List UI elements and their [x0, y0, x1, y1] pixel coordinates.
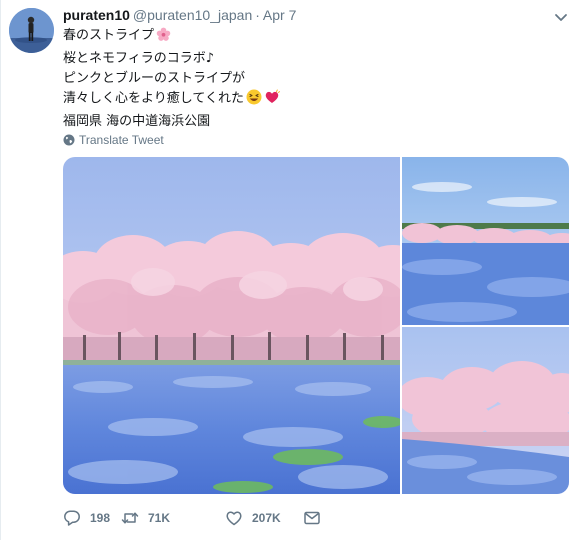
tweet-actions: 198 71K 207K — [63, 508, 363, 528]
tweet-text: 春のストライプ 桜とネモフィラのコラボ♪ ピンクとブルーのストライプが 清々しく… — [63, 26, 533, 132]
retweet-icon — [121, 512, 139, 524]
photo-cherry-blossom-hillside[interactable] — [402, 327, 569, 494]
tweet-text-line-3: ピンクとブルーのストライプが — [63, 71, 246, 86]
reply-button[interactable]: 198 — [63, 508, 110, 528]
grinning-face-icon — [246, 89, 262, 112]
heart-emoji-icon — [264, 89, 281, 112]
tweet-text-line: 春のストライプ — [63, 26, 533, 49]
media-grid — [63, 157, 569, 494]
like-button[interactable]: 207K — [225, 508, 281, 528]
tweet-header: puraten10 @puraten10_japan · Apr 7 — [63, 6, 562, 24]
tweet-text-line-5: 福岡県 海の中道海浜公園 — [63, 114, 211, 129]
tweet-date[interactable]: Apr 7 — [263, 7, 296, 23]
translate-label: Translate Tweet — [79, 133, 164, 147]
tweet-text-line-2: 桜とネモフィラのコラボ♪ — [63, 51, 215, 66]
photo-cherry-trees-over-blue-field[interactable] — [402, 157, 569, 325]
direct-message-button[interactable] — [303, 508, 321, 528]
photo-cherry-blossom-nemophila-field[interactable] — [63, 157, 400, 494]
tweet-text-line: 清々しく心をより癒してくれた — [63, 89, 533, 112]
tweet-text-line-4: 清々しく心をより癒してくれた — [63, 91, 244, 106]
reply-icon — [64, 510, 80, 526]
display-name[interactable]: puraten10 — [63, 7, 130, 23]
retweet-button[interactable]: 71K — [121, 508, 170, 528]
user-handle[interactable]: @puraten10_japan — [133, 7, 252, 23]
separator: · — [255, 7, 260, 23]
globe-icon — [63, 134, 75, 146]
heart-icon — [226, 511, 242, 526]
avatar[interactable] — [9, 8, 54, 53]
like-count: 207K — [252, 511, 281, 525]
chevron-down-icon[interactable] — [554, 10, 568, 21]
tweet-card[interactable]: puraten10 @puraten10_japan · Apr 7 春のストライプ — [0, 0, 582, 540]
translate-tweet-link[interactable]: Translate Tweet — [63, 132, 164, 148]
envelope-icon — [304, 511, 320, 525]
reply-count: 198 — [90, 511, 111, 525]
retweet-count: 71K — [148, 511, 171, 525]
tweet-text-line-1: 春のストライプ — [63, 28, 155, 43]
cherry-blossom-icon — [156, 27, 171, 49]
